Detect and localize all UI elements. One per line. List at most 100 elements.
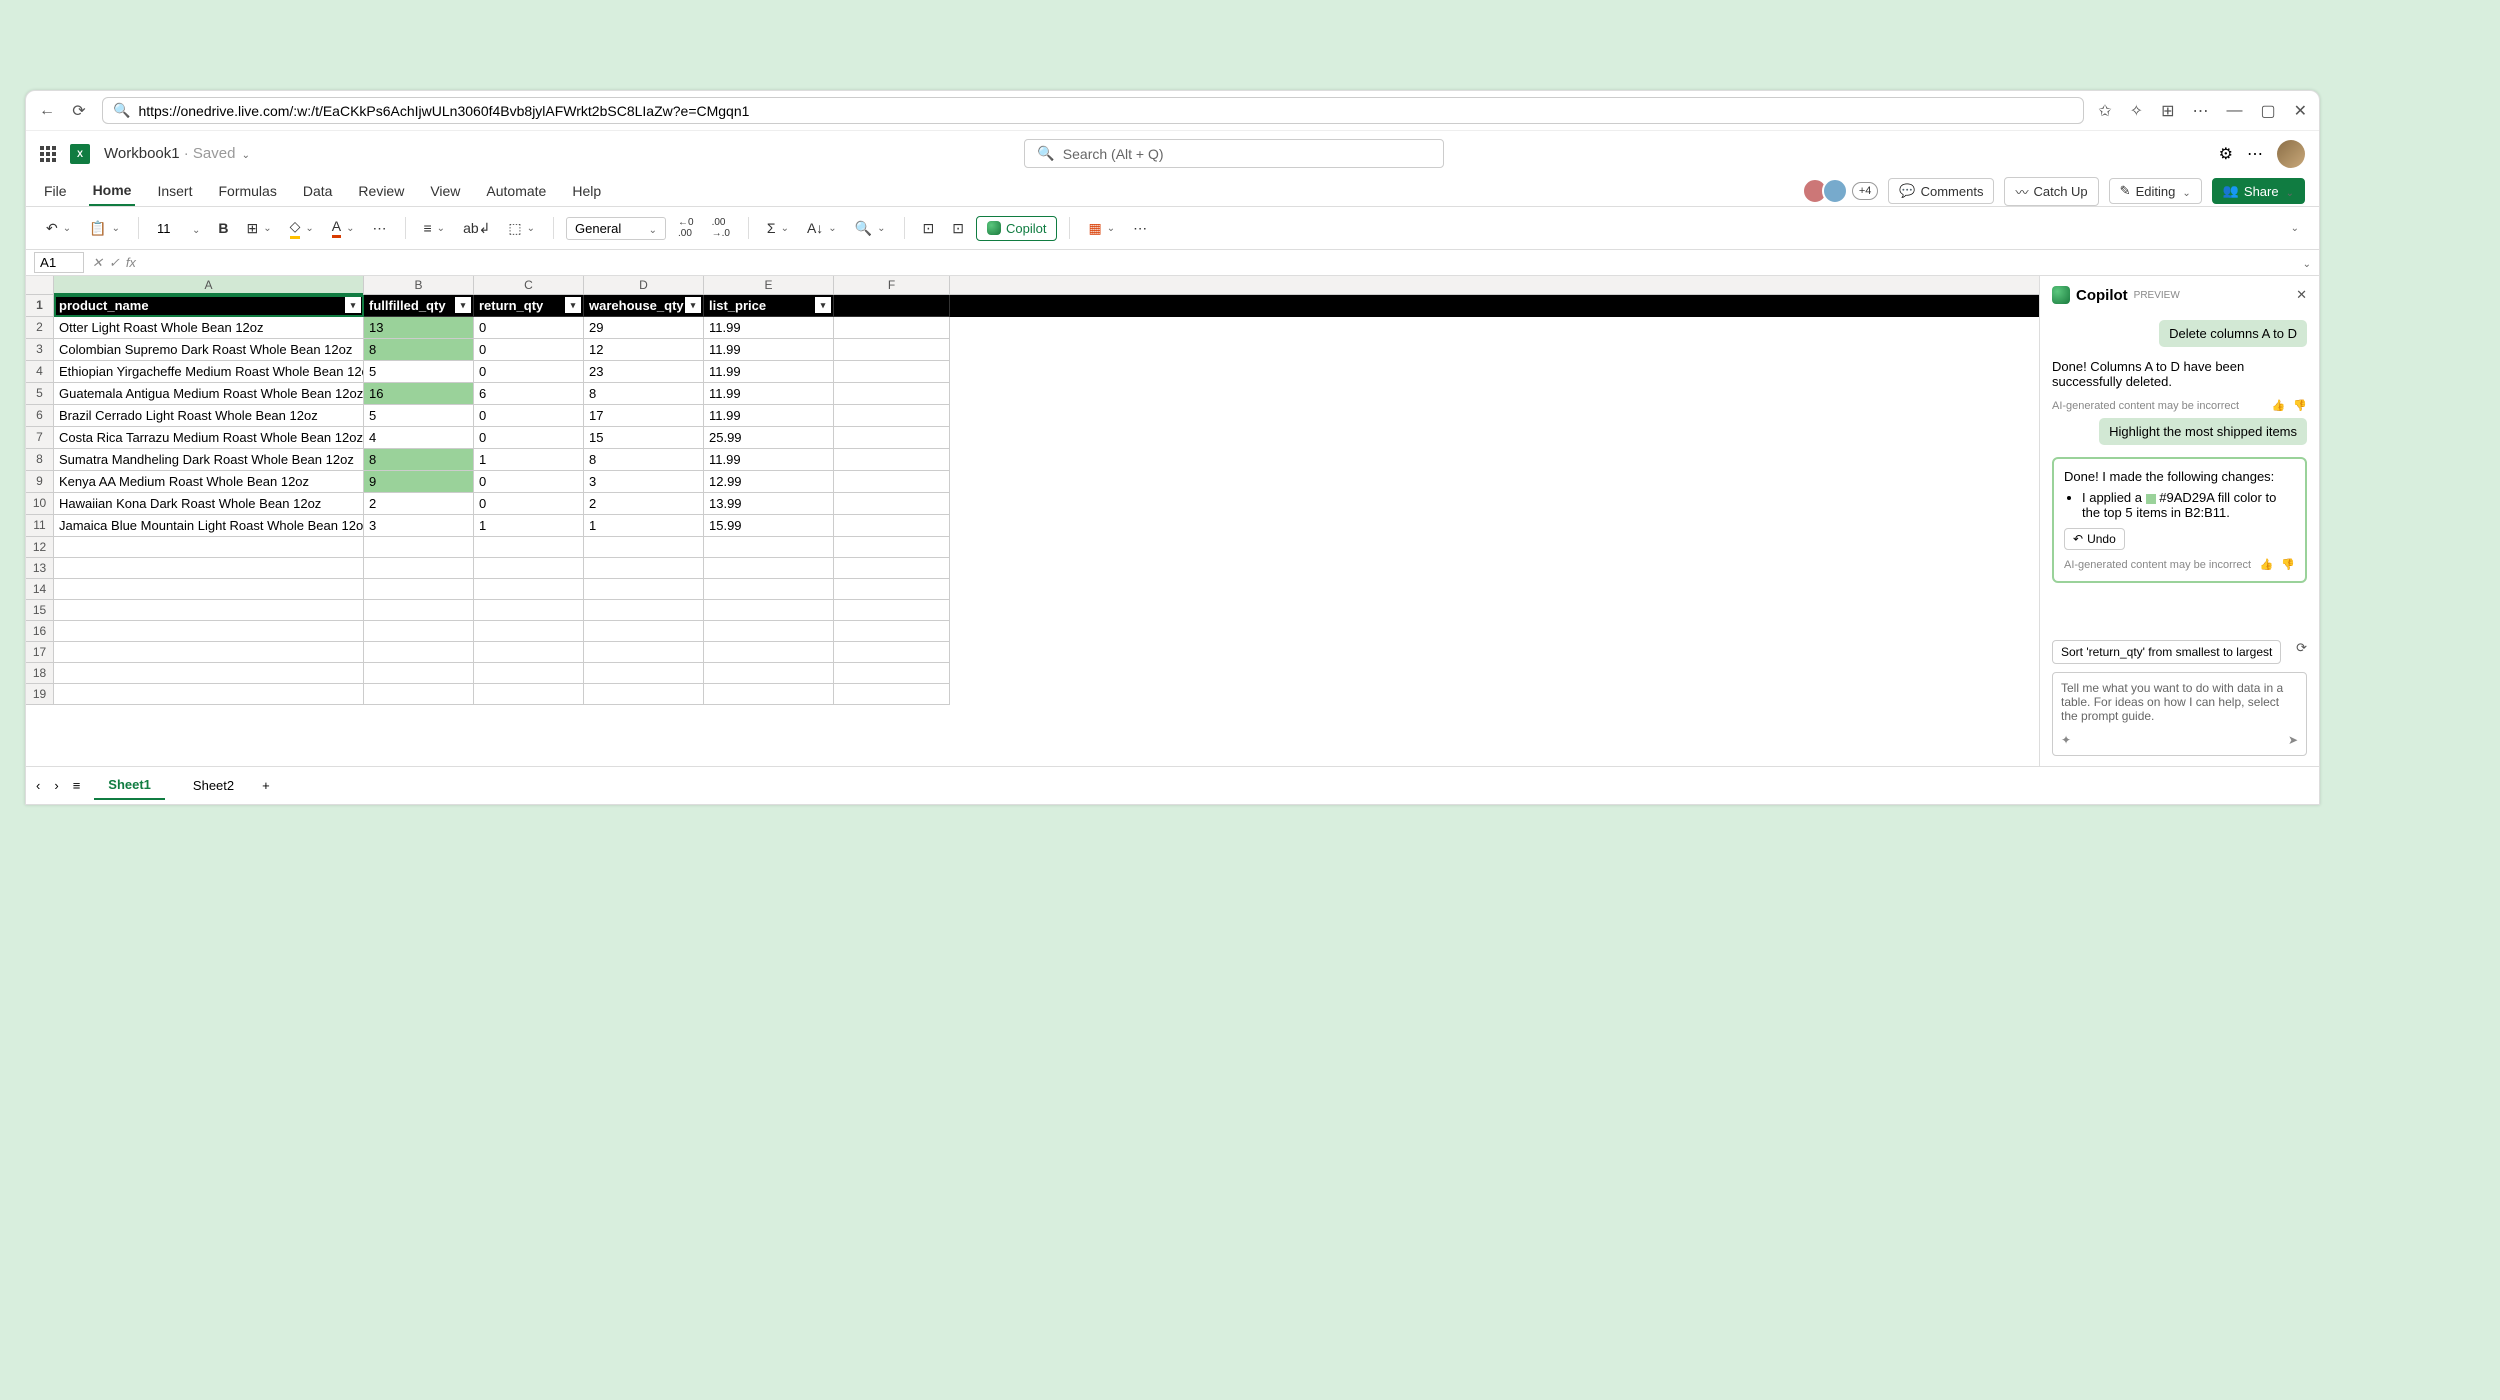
sheet-tab-1[interactable]: Sheet1 [94, 771, 165, 800]
tab-home[interactable]: Home [89, 176, 136, 206]
more-icon[interactable]: ⋯ [2192, 101, 2208, 121]
filter-icon[interactable]: ▾ [345, 297, 361, 313]
row-header[interactable]: 15 [26, 600, 54, 621]
next-sheet-icon[interactable]: › [54, 778, 58, 793]
tab-formulas[interactable]: Formulas [214, 177, 280, 205]
sheet-tab-2[interactable]: Sheet2 [179, 772, 248, 799]
row-header[interactable]: 11 [26, 515, 54, 537]
cell[interactable]: 5 [364, 405, 474, 427]
cell[interactable]: 16 [364, 383, 474, 405]
formula-input[interactable] [144, 255, 2293, 270]
cell[interactable]: 29 [584, 317, 704, 339]
row-header[interactable]: 4 [26, 361, 54, 383]
cell[interactable]: 12.99 [704, 471, 834, 493]
cell[interactable]: 4 [364, 427, 474, 449]
col-header-a[interactable]: A [54, 276, 364, 294]
fx-icon[interactable]: fx [126, 255, 136, 271]
cell[interactable]: 11.99 [704, 383, 834, 405]
minimize-icon[interactable]: — [2226, 102, 2242, 120]
cell[interactable]: 2 [584, 493, 704, 515]
copilot-undo-button[interactable]: ↶ Undo [2064, 528, 2125, 550]
share-button[interactable]: 👥 Share [2212, 178, 2305, 204]
cell[interactable]: 13 [364, 317, 474, 339]
thumbs-down-icon[interactable]: 👎 [2293, 399, 2307, 412]
tab-view[interactable]: View [426, 177, 464, 205]
spreadsheet-grid[interactable]: A B C D E F 1product_name▾fullfilled_qty… [26, 276, 2039, 766]
comments-button[interactable]: 💬 Comments [1888, 178, 1994, 204]
row-header[interactable]: 16 [26, 621, 54, 642]
tab-review[interactable]: Review [354, 177, 408, 205]
row-header[interactable]: 7 [26, 427, 54, 449]
cell[interactable]: 15.99 [704, 515, 834, 537]
send-icon[interactable]: ➤ [2288, 733, 2298, 747]
col-header-d[interactable]: D [584, 276, 704, 294]
cell[interactable]: 5 [364, 361, 474, 383]
cancel-fx-icon[interactable]: ✕ [92, 255, 103, 271]
cell[interactable]: 11.99 [704, 339, 834, 361]
row-header[interactable]: 2 [26, 317, 54, 339]
copilot-close-icon[interactable]: ✕ [2296, 287, 2307, 303]
bold-button[interactable]: B [212, 216, 234, 240]
all-sheets-icon[interactable]: ≡ [73, 778, 81, 793]
expand-formula-icon[interactable] [2301, 255, 2311, 270]
cell[interactable]: Hawaiian Kona Dark Roast Whole Bean 12oz [54, 493, 364, 515]
thumbs-up-icon[interactable]: 👍 [2272, 399, 2286, 412]
cell[interactable] [834, 427, 950, 449]
col-header-c[interactable]: C [474, 276, 584, 294]
cell[interactable]: 17 [584, 405, 704, 427]
presence-avatars[interactable]: +4 [1808, 178, 1879, 204]
prev-sheet-icon[interactable]: ‹ [36, 778, 40, 793]
copilot-button[interactable]: Copilot [976, 216, 1057, 241]
increase-decimal-button[interactable]: .00→.0 [706, 213, 736, 243]
filter-icon[interactable]: ▾ [455, 297, 471, 313]
row-header[interactable]: 12 [26, 537, 54, 558]
more-icon[interactable]: ⋯ [2247, 144, 2263, 164]
collections-icon[interactable]: ✧ [2130, 101, 2143, 121]
borders-button[interactable]: ⊞ [240, 216, 277, 241]
format-table-button[interactable]: ▦ [1082, 216, 1121, 241]
cell[interactable]: 1 [584, 515, 704, 537]
table-header-cell[interactable]: warehouse_qty▾ [584, 295, 704, 317]
ribbon-collapse-icon[interactable] [2283, 219, 2305, 238]
sort-filter-button[interactable]: A↓ [801, 216, 843, 240]
filter-icon[interactable]: ▾ [685, 297, 701, 313]
extensions-icon[interactable]: ⊞ [2161, 101, 2174, 121]
settings-icon[interactable]: ⚙ [2219, 144, 2233, 164]
cell[interactable]: 1 [474, 449, 584, 471]
cell[interactable] [834, 405, 950, 427]
address-bar[interactable]: 🔍 [102, 97, 2084, 124]
cell[interactable]: Costa Rica Tarrazu Medium Roast Whole Be… [54, 427, 364, 449]
maximize-icon[interactable]: ▢ [2260, 101, 2275, 121]
cell[interactable]: 12 [584, 339, 704, 361]
tab-file[interactable]: File [40, 177, 71, 205]
row-header[interactable]: 13 [26, 558, 54, 579]
cell[interactable]: 0 [474, 471, 584, 493]
cell[interactable]: 1 [474, 515, 584, 537]
number-format-select[interactable]: General [566, 217, 666, 240]
cell[interactable] [834, 361, 950, 383]
cell[interactable]: 8 [364, 339, 474, 361]
user-avatar[interactable] [2277, 140, 2305, 168]
cell[interactable] [834, 339, 950, 361]
row-header[interactable]: 5 [26, 383, 54, 405]
cell[interactable]: Guatemala Antigua Medium Roast Whole Bea… [54, 383, 364, 405]
cell[interactable]: 25.99 [704, 427, 834, 449]
cell[interactable]: 3 [584, 471, 704, 493]
paste-button[interactable]: 📋 [83, 216, 126, 241]
row-header[interactable]: 18 [26, 663, 54, 684]
cell[interactable] [834, 383, 950, 405]
row-header[interactable]: 9 [26, 471, 54, 493]
cell[interactable]: 6 [474, 383, 584, 405]
row-header[interactable]: 3 [26, 339, 54, 361]
cell[interactable]: 11.99 [704, 317, 834, 339]
row-header[interactable]: 6 [26, 405, 54, 427]
row-header[interactable]: 14 [26, 579, 54, 600]
app-launcher-icon[interactable] [40, 146, 56, 162]
doc-title[interactable]: Workbook1 · Saved [104, 145, 250, 162]
decrease-decimal-button[interactable]: ←0.00 [672, 213, 700, 243]
cell[interactable]: 11.99 [704, 361, 834, 383]
cell[interactable]: 0 [474, 405, 584, 427]
confirm-fx-icon[interactable]: ✓ [109, 255, 120, 271]
table-header-cell[interactable]: fullfilled_qty▾ [364, 295, 474, 317]
undo-button[interactable]: ↶ [40, 216, 77, 241]
